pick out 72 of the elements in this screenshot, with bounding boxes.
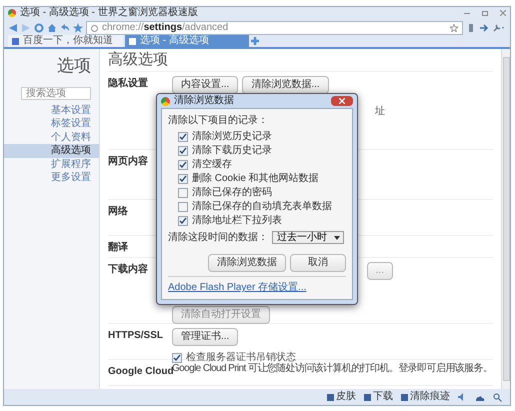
dialog-title: 清除浏览数据 xyxy=(174,96,234,106)
section-label: 翻译 xyxy=(108,240,129,255)
checkbox-label: 清空缓存 xyxy=(192,160,232,170)
setting-text: 址 xyxy=(375,104,385,119)
arrow-icon[interactable] xyxy=(479,23,489,33)
section-label: 隐私设置 xyxy=(108,76,149,91)
checkbox-label: 清除浏览历史记录 xyxy=(192,132,272,142)
checkbox[interactable] xyxy=(178,132,188,142)
checkbox[interactable] xyxy=(178,188,188,198)
checkbox-label: 删除 Cookie 和其他网站数据 xyxy=(192,174,319,184)
checkbox[interactable] xyxy=(178,216,188,226)
section-label: HTTPS/SSL xyxy=(108,329,164,343)
browser-tab[interactable]: 百度一下，你就知道 xyxy=(8,35,123,47)
window-title: 选项 - 高级选项 - 世界之窗浏览器极速版 xyxy=(20,8,198,18)
checkbox[interactable] xyxy=(178,202,188,212)
checkbox-label: 清除已保存的自动填充表单数据 xyxy=(192,202,332,212)
dialog-intro: 清除以下项目的记录： xyxy=(168,114,269,128)
star-icon[interactable] xyxy=(450,24,458,32)
cloud-icon[interactable] xyxy=(475,394,485,400)
sidebar-item[interactable]: 高级选项 xyxy=(4,144,99,158)
close-icon xyxy=(339,98,345,104)
checkbox-label: 清除已保存的密码 xyxy=(192,188,272,198)
sidebar-item[interactable]: 个人资料 xyxy=(4,130,99,144)
setting-text: Google Cloud Print 可让您随处访问该计算机的打印机。登录即可启用该服务。 xyxy=(172,364,493,374)
star-icon[interactable] xyxy=(73,23,83,33)
button[interactable]: 管理证书... xyxy=(172,328,238,346)
sidebar-item[interactable]: 标签设置 xyxy=(4,117,99,130)
period-label: 清除这段时间的数据： xyxy=(168,230,268,245)
tab-icon xyxy=(12,38,19,44)
sidebar-item[interactable]: 扩展程序 xyxy=(4,158,99,171)
checkbox[interactable] xyxy=(178,160,188,170)
dropdown-arrow-icon xyxy=(333,234,341,240)
back-icon[interactable] xyxy=(8,23,18,33)
status-button[interactable]: 清除痕迹 xyxy=(401,392,450,402)
section-label: Google Cloud xyxy=(108,366,172,379)
button[interactable]: 内容设置... xyxy=(172,76,238,94)
sidebar-item[interactable]: 更多设置 xyxy=(4,171,99,184)
status-button[interactable]: 皮肤 xyxy=(327,392,356,402)
scrollbar[interactable] xyxy=(501,49,510,389)
browser-logo-icon xyxy=(8,9,16,17)
browser-logo-icon xyxy=(161,96,170,106)
sidebar-item[interactable]: 基本设置 xyxy=(4,104,99,117)
checkbox[interactable] xyxy=(172,352,182,362)
home-icon[interactable] xyxy=(47,23,57,33)
checkbox-label: 清除地址栏下拉列表 xyxy=(192,216,282,226)
checkbox[interactable] xyxy=(178,174,188,184)
page-title: 高级选项 xyxy=(108,51,493,72)
url-text: chrome://settings/advanced xyxy=(102,23,228,33)
period-dropdown[interactable]: 过去一小时 xyxy=(272,231,344,244)
search-field[interactable]: 搜索选项 xyxy=(21,86,91,100)
button[interactable]: 清除浏览数据... xyxy=(242,76,329,94)
checkbox[interactable] xyxy=(178,146,188,156)
checkbox-label: 检查服务器证书吊销状态 xyxy=(186,350,296,363)
close-button[interactable] xyxy=(331,96,353,106)
section-label: 网络 xyxy=(108,204,129,219)
undo-icon[interactable] xyxy=(60,23,70,33)
flash-settings-link[interactable]: Adobe Flash Player 存储设置... xyxy=(168,280,346,295)
minimize-icon[interactable] xyxy=(464,12,470,14)
section-label: 网页内容 xyxy=(108,154,149,169)
section-label: 下载内容 xyxy=(108,262,149,277)
tab-icon xyxy=(129,38,136,44)
address-field[interactable]: chrome://settings/advanced xyxy=(86,21,463,35)
search-icon[interactable] xyxy=(493,392,502,402)
checkbox-label: 清除下载历史记录 xyxy=(192,146,272,156)
button[interactable]: 取消 xyxy=(290,254,346,272)
plus-icon[interactable] xyxy=(250,37,259,45)
tools-icon[interactable] xyxy=(492,23,506,33)
status-button[interactable]: 下载 xyxy=(364,392,393,402)
close-icon[interactable] xyxy=(500,10,506,16)
button[interactable]: 清除浏览数据 xyxy=(208,254,286,272)
maximize-icon[interactable] xyxy=(482,10,488,16)
sidebar-title: 选项 xyxy=(56,55,92,77)
